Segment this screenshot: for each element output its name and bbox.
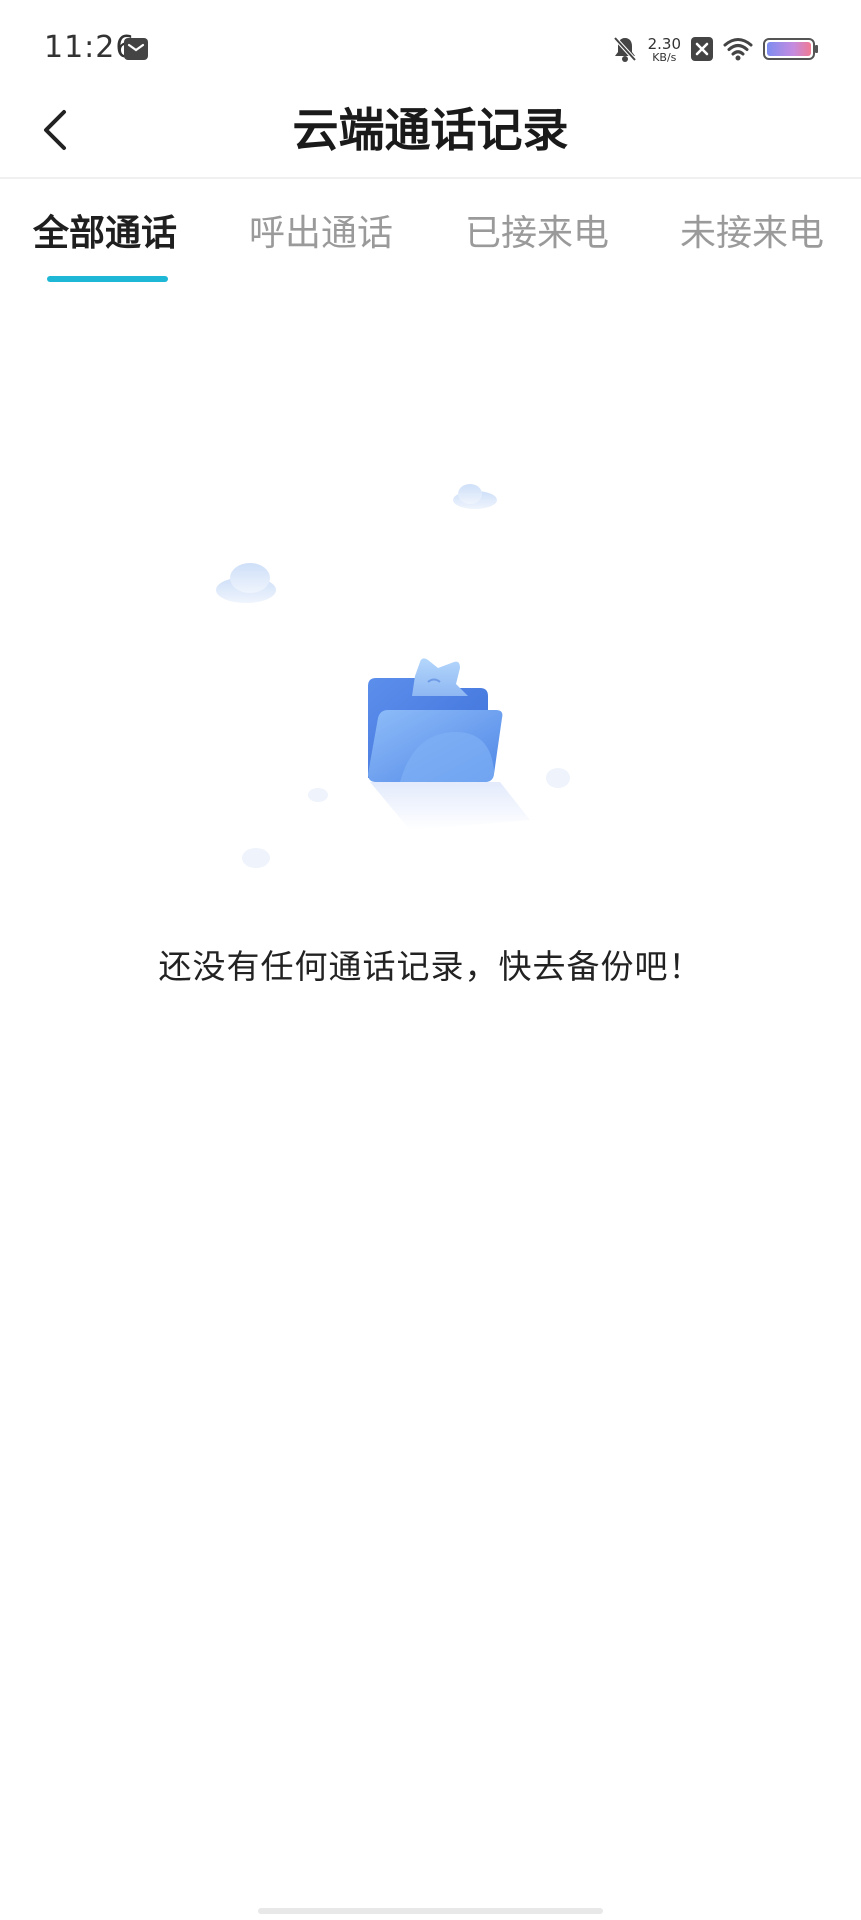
battery-icon [763,37,819,65]
network-speed: 2.30 KB/s [648,37,681,65]
status-icons: 2.30 KB/s [612,34,819,68]
home-indicator[interactable] [258,1908,603,1914]
tab-answered-calls[interactable]: 已接来电 [465,206,609,262]
tab-bar: 全部通话 呼出通话 已接来电 未接来电 [0,206,861,286]
mute-bell-icon [612,35,638,67]
network-speed-unit: KB/s [652,51,677,64]
active-tab-indicator [47,276,168,282]
app-header: 云端通话记录 [0,100,861,180]
mail-icon [124,38,148,60]
tab-all-calls[interactable]: 全部通话 [33,206,177,262]
cloud-icon [453,484,497,509]
network-speed-value: 2.30 [647,35,681,53]
tab-missed-calls[interactable]: 未接来电 [680,206,824,262]
wifi-icon [723,37,753,65]
page-title: 云端通话记录 [292,103,569,157]
cloud-folder-illustration [200,470,580,890]
cloud-icon [216,563,276,603]
status-time: 11:26 [44,30,136,65]
tab-outgoing-calls[interactable]: 呼出通话 [249,206,393,262]
close-box-icon [691,37,713,65]
status-bar: 11:26 2.30 KB/s [0,0,861,100]
empty-state-message: 还没有任何通话记录，快去备份吧！ [158,947,703,986]
header-divider [0,177,861,179]
